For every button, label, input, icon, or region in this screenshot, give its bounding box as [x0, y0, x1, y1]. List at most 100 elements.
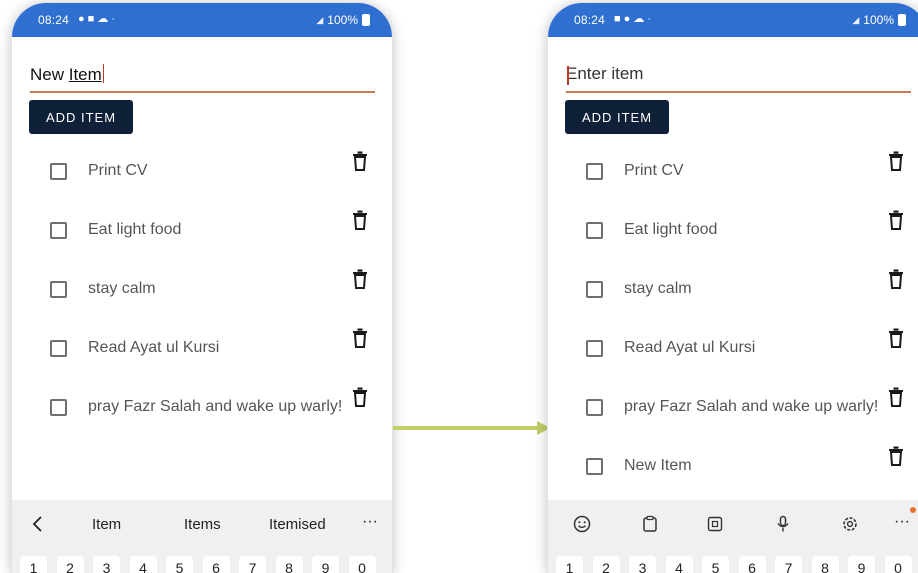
keyboard-number-row: 1234567890	[548, 550, 918, 573]
keyboard-suggestion-bar: Item Items Itemised ···	[12, 500, 392, 550]
delete-icon[interactable]	[888, 210, 904, 230]
clipboard-icon[interactable]	[640, 514, 660, 534]
add-item-button[interactable]: ADD ITEM	[29, 100, 133, 134]
delete-icon[interactable]	[888, 446, 904, 466]
key-0[interactable]: 0	[348, 556, 376, 573]
more-options-icon[interactable]: ···	[362, 513, 378, 531]
phone-after: 08:24 ■●☁· ◢ 100% ADD ITEM Print CV Eat l…	[548, 3, 918, 573]
item-checkbox[interactable]	[586, 163, 603, 180]
status-bar: 08:24 ■ ● ☁ · ◢ 100%	[548, 3, 918, 37]
item-checkbox[interactable]	[50, 281, 67, 298]
item-input[interactable]	[566, 61, 911, 93]
item-label: stay calm	[88, 280, 156, 297]
item-input-field[interactable]	[566, 64, 911, 84]
key-2[interactable]: 2	[592, 556, 620, 573]
item-label: Read Ayat ul Kursi	[88, 339, 220, 356]
item-checkbox[interactable]	[50, 163, 67, 180]
list-item: Print CV	[548, 151, 918, 191]
keyboard-mode-icon[interactable]	[705, 514, 725, 534]
key-5[interactable]: 5	[702, 556, 729, 573]
item-checkbox[interactable]	[586, 222, 603, 239]
item-checkbox[interactable]	[50, 340, 67, 357]
delete-icon[interactable]	[352, 387, 368, 407]
battery-text: 100%	[327, 13, 358, 27]
key-0[interactable]: 0	[884, 556, 912, 573]
item-checkbox[interactable]	[586, 281, 603, 298]
list-item: stay calm	[12, 269, 392, 309]
list-item: pray Fazr Salah and wake up warly!	[12, 387, 392, 427]
item-input[interactable]: New Item	[30, 61, 375, 93]
back-chevron-icon[interactable]	[28, 514, 48, 534]
key-8[interactable]: 8	[275, 556, 303, 573]
list-item: stay calm	[548, 269, 918, 309]
phone-before: 08:24 ● ■ ☁ · ◢ 100% New Item ADD ITEM Prin…	[12, 3, 392, 573]
transition-arrow-icon	[393, 421, 550, 435]
item-checkbox[interactable]	[586, 458, 603, 475]
battery-icon	[898, 14, 906, 26]
item-label: stay calm	[624, 280, 692, 297]
item-checkbox[interactable]	[586, 340, 603, 357]
list-item: Read Ayat ul Kursi	[12, 328, 392, 368]
item-input-value[interactable]: New Item	[30, 64, 105, 85]
message-icon: ●	[78, 13, 85, 25]
key-2[interactable]: 2	[56, 556, 84, 573]
signal-icon: ◢	[316, 14, 324, 25]
delete-icon[interactable]	[352, 210, 368, 230]
item-checkbox[interactable]	[50, 399, 67, 416]
list-item: New Item	[548, 446, 918, 486]
delete-icon[interactable]	[888, 387, 904, 407]
delete-icon[interactable]	[888, 151, 904, 171]
settings-icon[interactable]	[840, 514, 860, 534]
status-time: 08:24	[574, 13, 606, 27]
key-7[interactable]: 7	[775, 556, 802, 573]
signal-icon: ◢	[852, 14, 860, 25]
list-item: Eat light food	[12, 210, 392, 250]
item-checkbox[interactable]	[586, 399, 603, 416]
suggestion-item[interactable]: Item	[92, 516, 121, 533]
add-item-button[interactable]: ADD ITEM	[565, 100, 669, 134]
item-label: Eat light food	[624, 221, 718, 238]
emoji-icon[interactable]	[572, 514, 592, 534]
gallery-icon: ■	[614, 13, 621, 25]
key-8[interactable]: 8	[811, 556, 839, 573]
keyboard-toolbar: ···	[548, 500, 918, 550]
key-1[interactable]: 1	[556, 556, 583, 573]
key-1[interactable]: 1	[20, 556, 47, 573]
key-7[interactable]: 7	[239, 556, 266, 573]
delete-icon[interactable]	[888, 328, 904, 348]
item-label: New Item	[624, 457, 692, 474]
status-bar: 08:24 ● ■ ☁ · ◢ 100%	[12, 3, 392, 37]
delete-icon[interactable]	[888, 269, 904, 289]
key-5[interactable]: 5	[166, 556, 193, 573]
item-label: Read Ayat ul Kursi	[624, 339, 756, 356]
key-4[interactable]: 4	[665, 556, 693, 573]
text-cursor	[102, 64, 105, 83]
item-label: Eat light food	[88, 221, 182, 238]
delete-icon[interactable]	[352, 328, 368, 348]
list-item: Eat light food	[548, 210, 918, 250]
suggestion-items[interactable]: Items	[184, 516, 221, 533]
autocorrect-word: Item	[68, 65, 102, 84]
key-6[interactable]: 6	[202, 556, 230, 573]
cloud-icon: ☁	[97, 13, 109, 25]
status-time: 08:24	[38, 13, 70, 27]
cloud-icon: ☁	[633, 13, 645, 25]
key-9[interactable]: 9	[848, 556, 875, 573]
more-options-icon[interactable]: ···	[894, 513, 910, 531]
suggestion-itemised[interactable]: Itemised	[269, 516, 326, 533]
notification-dot	[910, 507, 916, 513]
key-6[interactable]: 6	[738, 556, 766, 573]
delete-icon[interactable]	[352, 151, 368, 171]
list-item: Read Ayat ul Kursi	[548, 328, 918, 368]
key-9[interactable]: 9	[312, 556, 339, 573]
item-checkbox[interactable]	[50, 222, 67, 239]
gallery-icon: ■	[87, 13, 95, 25]
key-4[interactable]: 4	[129, 556, 157, 573]
key-3[interactable]: 3	[93, 556, 120, 573]
item-label: Print CV	[88, 162, 148, 179]
dot-icon: ·	[111, 13, 115, 25]
delete-icon[interactable]	[352, 269, 368, 289]
list-item: pray Fazr Salah and wake up warly!	[548, 387, 918, 427]
microphone-icon[interactable]	[773, 514, 793, 534]
key-3[interactable]: 3	[629, 556, 656, 573]
